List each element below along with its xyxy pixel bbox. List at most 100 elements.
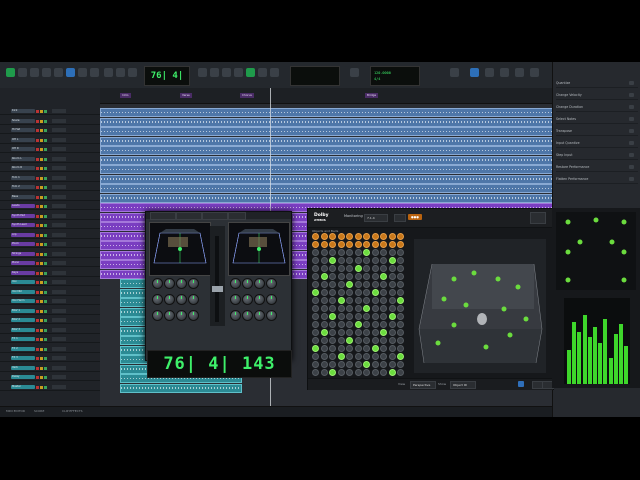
object-indicator[interactable] [388,305,396,312]
object-indicator[interactable] [371,265,379,272]
inspector-checkbox[interactable] [629,129,634,133]
track-buttons[interactable] [36,337,48,341]
track-name[interactable]: Hi Hat [11,128,35,132]
object-indicator[interactable] [337,321,345,328]
track-buttons[interactable] [36,128,48,132]
object-indicator[interactable] [371,337,379,344]
track-row[interactable]: Vox [0,279,100,286]
track-row[interactable]: FX 2 [0,346,100,353]
panner-knob[interactable] [230,294,241,305]
record-arm-icon[interactable] [36,157,39,161]
auto-button[interactable] [228,212,246,220]
track-row[interactable]: Room R [0,165,100,172]
object-indicator[interactable] [397,305,404,312]
track-name[interactable]: OH L [11,137,35,142]
solo-icon[interactable] [40,281,43,284]
object-indicator[interactable] [388,353,396,360]
object-indicator[interactable] [337,233,345,240]
track-name[interactable]: Room L [11,156,35,161]
track-row[interactable]: Hi Hat [0,127,100,134]
track-name[interactable]: BGV 1 [11,308,35,313]
mute-icon[interactable] [44,186,47,189]
inspector-checkbox[interactable] [629,165,634,169]
object-indicator[interactable] [388,337,396,344]
mute-icon[interactable] [44,157,47,161]
object-indicator[interactable] [346,361,353,368]
object-indicator[interactable] [388,329,396,336]
metronome-icon[interactable] [246,68,255,77]
solo-icon[interactable] [40,385,43,389]
solo-icon[interactable] [40,328,43,332]
track-name[interactable]: Synth Pad [11,213,35,218]
solo-icon[interactable] [40,376,43,379]
track-buttons[interactable] [36,347,48,351]
inspector-checkbox[interactable] [629,141,634,145]
record-arm-icon[interactable] [36,176,39,180]
object-indicator[interactable] [371,233,379,240]
object-indicator[interactable] [397,329,404,336]
object-indicator[interactable] [371,289,379,296]
transport-record-icon[interactable] [222,68,231,77]
solo-icon[interactable] [40,290,43,294]
object-indicator[interactable] [371,353,379,360]
object-indicator[interactable] [346,369,353,376]
track-buttons[interactable] [36,109,48,113]
object-indicator[interactable] [363,257,370,264]
object-indicator[interactable] [346,313,353,320]
object-indicator[interactable] [329,273,336,280]
object-indicator[interactable] [320,257,328,264]
object-indicator[interactable] [363,289,370,296]
object-indicator[interactable] [354,233,362,240]
grid-mode-icon[interactable] [104,68,113,77]
solo-icon[interactable] [40,271,43,275]
track-buttons[interactable] [36,185,48,189]
record-arm-icon[interactable] [36,366,39,370]
track-row[interactable]: Bass [0,194,100,201]
mute-icon[interactable] [44,233,47,237]
audio-clip[interactable] [100,165,552,174]
track-buttons[interactable] [36,195,48,199]
object-indicator[interactable] [320,329,328,336]
track-name[interactable]: Synth Lead [11,223,35,227]
object-indicator[interactable] [354,257,362,264]
object-indicator[interactable] [320,265,328,272]
bottom-tab[interactable]: CLIP EFFECTS [62,409,83,413]
compare-button[interactable] [202,212,228,220]
record-arm-icon[interactable] [36,167,39,170]
object-indicator[interactable] [397,345,404,352]
mute-icon[interactable] [44,309,47,313]
track-name[interactable]: Verb [11,365,35,370]
object-indicator[interactable] [320,345,328,352]
inspector-checkbox[interactable] [629,105,634,109]
mute-icon[interactable] [44,300,47,303]
track-view-selector[interactable] [52,128,66,132]
track-buttons[interactable] [36,385,48,389]
object-indicator[interactable] [371,321,379,328]
object-indicator[interactable] [320,233,328,240]
object-indicator[interactable] [380,353,387,360]
object-indicator[interactable] [312,233,319,240]
pencil-tool-icon[interactable] [90,68,99,77]
track-row[interactable]: Leads [0,203,100,210]
object-indicator[interactable] [397,281,404,288]
object-indicator[interactable] [363,241,370,248]
scrub-tool-icon[interactable] [78,68,87,77]
track-name[interactable]: Strings [11,251,35,256]
mute-icon[interactable] [44,338,47,341]
tempo-ruler[interactable] [100,98,552,104]
track-view-selector[interactable] [52,299,66,303]
solo-icon[interactable] [40,205,43,208]
solo-icon[interactable] [40,243,43,246]
object-indicator[interactable] [380,273,387,280]
object-indicator[interactable] [320,241,328,248]
object-indicator[interactable] [380,329,387,336]
object-indicator[interactable] [329,241,336,248]
object-indicator[interactable] [397,297,404,304]
panner-knob[interactable] [176,278,187,289]
track-view-selector[interactable] [52,270,66,275]
object-indicator[interactable] [312,345,319,352]
mute-icon[interactable] [44,119,47,123]
object-indicator[interactable] [380,361,387,368]
record-arm-icon[interactable] [36,357,39,360]
object-indicator[interactable] [346,249,353,256]
